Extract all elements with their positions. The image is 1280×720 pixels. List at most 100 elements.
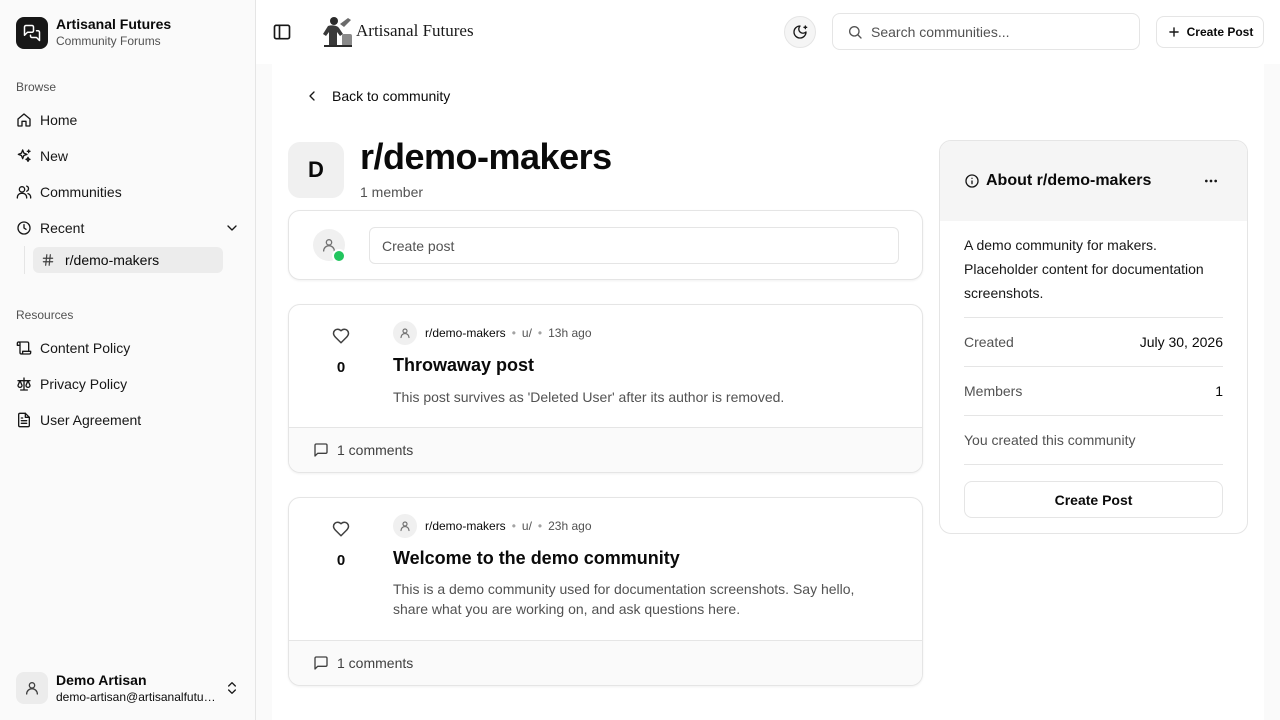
- brand-subtitle: Community Forums: [56, 34, 161, 48]
- plus-icon: [1167, 25, 1181, 39]
- moon-sun-icon: [793, 25, 808, 39]
- ownership-row: You created this community: [964, 415, 1223, 448]
- back-to-community-link[interactable]: Back to community: [304, 88, 450, 104]
- about-description: A demo community for makers. Placeholder…: [964, 237, 1204, 301]
- post-community-link[interactable]: r/demo-makers: [425, 519, 506, 533]
- post-title[interactable]: Throwaway post: [393, 355, 534, 376]
- community-avatar: D: [288, 142, 344, 198]
- home-icon: [16, 112, 32, 128]
- sidebar-item-home[interactable]: Home: [8, 104, 248, 136]
- post-body: This is a demo community used for docume…: [393, 581, 855, 617]
- post-body: This post survives as 'Deleted User' aft…: [393, 389, 785, 405]
- clock-icon: [16, 220, 32, 236]
- created-row: Created July 30, 2026: [964, 317, 1223, 350]
- scroll-icon: [16, 340, 32, 356]
- chevron-left-icon: [304, 88, 320, 104]
- brand-title: Artisanal Futures: [56, 16, 172, 32]
- separator: •: [537, 519, 543, 533]
- brand[interactable]: Artisanal Futures Community Forums: [16, 16, 171, 49]
- comment-count: 1 comments: [337, 442, 414, 458]
- vote-count: 0: [336, 552, 346, 569]
- site-logo[interactable]: Artisanal Futures: [320, 14, 474, 48]
- sidebar-item-communities[interactable]: Communities: [8, 176, 248, 208]
- submenu-divider: [24, 246, 25, 274]
- site-name: Artisanal Futures: [356, 21, 474, 40]
- about-title-text: About r/demo-makers: [986, 172, 1152, 189]
- hash-icon: [41, 253, 55, 267]
- about-title: About r/demo-makers: [964, 172, 1151, 190]
- message-icon: [314, 443, 328, 457]
- post-footer: 1 comments: [289, 427, 922, 472]
- back-label: Back to community: [332, 88, 451, 104]
- separator: •: [511, 326, 516, 340]
- search-box[interactable]: [832, 13, 1140, 50]
- more-options-icon[interactable]: [1203, 173, 1219, 189]
- post-meta: r/demo-makers • u/ • 13h ago: [393, 321, 592, 345]
- sidebar-item-content-policy[interactable]: Content Policy: [8, 332, 248, 364]
- created-label: Created: [964, 334, 1014, 350]
- sidebar-item-privacy-policy[interactable]: Privacy Policy: [8, 368, 248, 400]
- comments-link[interactable]: 1 comments: [313, 655, 413, 671]
- comment-count: 1 comments: [337, 655, 414, 671]
- sidebar-item-label: r/demo-makers: [65, 252, 160, 268]
- chevrons-up-down-icon: [224, 680, 240, 696]
- sidebar-item-label: Recent: [40, 220, 85, 236]
- user-avatar-icon: [16, 672, 48, 704]
- user-menu[interactable]: Demo Artisan demo-artisan@artisanalfutur…: [8, 664, 248, 712]
- message-icon: [314, 656, 328, 670]
- members-value: 1: [1215, 383, 1223, 399]
- sidebar-item-demo-makers[interactable]: r/demo-makers: [33, 247, 223, 273]
- post-card[interactable]: 0 r/demo-makers • u/ • 13h ago Throwaway…: [288, 304, 923, 473]
- separator: •: [537, 326, 543, 340]
- sidebar: Artisanal Futures Community Forums Brows…: [0, 0, 256, 720]
- info-icon: [965, 174, 979, 188]
- browse-label: Browse: [16, 80, 57, 94]
- page-title: r/demo-makers: [360, 136, 612, 177]
- user-avatar-icon: [393, 514, 417, 538]
- sidebar-item-recent[interactable]: Recent: [8, 212, 248, 244]
- about-create-post-button[interactable]: Create Post: [964, 481, 1223, 518]
- sidebar-item-user-agreement[interactable]: User Agreement: [8, 404, 248, 436]
- artisan-figure-icon: [323, 17, 352, 47]
- post-card[interactable]: 0 r/demo-makers • u/ • 23h ago Welcome t…: [288, 497, 923, 686]
- sidebar-toggle-icon[interactable]: [272, 22, 292, 42]
- created-value: July 30, 2026: [1139, 334, 1223, 350]
- top-bar: Artisanal Futures Create Post: [256, 0, 1280, 64]
- sidebar-item-label: Communities: [40, 184, 122, 200]
- sidebar-item-label: New: [40, 148, 69, 164]
- create-post-box: [288, 210, 923, 280]
- heart-icon[interactable]: [332, 520, 350, 538]
- sidebar-item-label: Content Policy: [40, 340, 131, 356]
- member-count: 1 member: [360, 184, 424, 200]
- user-email: demo-artisan@artisanalfutures.org: [56, 689, 216, 704]
- vote-count: 0: [336, 359, 346, 376]
- search-input[interactable]: [871, 23, 1121, 40]
- forum-logo-icon: [16, 16, 48, 49]
- sidebar-item-label: User Agreement: [40, 412, 142, 428]
- sidebar-item-new[interactable]: New: [8, 140, 248, 172]
- user-avatar-icon: [393, 321, 417, 345]
- heart-icon[interactable]: [332, 327, 350, 345]
- members-label: Members: [964, 383, 1023, 399]
- create-post-button[interactable]: Create Post: [1156, 16, 1264, 48]
- post-author[interactable]: u/: [522, 326, 532, 340]
- members-row: Members 1: [964, 366, 1223, 399]
- post-meta: r/demo-makers • u/ • 23h ago: [393, 514, 592, 538]
- ownership-note: You created this community: [964, 432, 1136, 448]
- post-time: 13h ago: [548, 326, 592, 340]
- search-icon: [849, 25, 862, 39]
- comments-link[interactable]: 1 comments: [313, 442, 413, 458]
- separator: •: [511, 519, 516, 533]
- create-post-label: Create Post: [1186, 25, 1254, 39]
- post-community-link[interactable]: r/demo-makers: [425, 326, 506, 340]
- document-icon: [16, 412, 32, 428]
- post-author[interactable]: u/: [522, 519, 532, 533]
- about-card: About r/demo-makers A demo community for…: [939, 140, 1248, 534]
- theme-toggle-button[interactable]: [784, 16, 816, 48]
- sidebar-item-label: Home: [40, 112, 78, 128]
- scale-icon: [16, 376, 32, 392]
- chevron-down-icon[interactable]: [224, 220, 240, 236]
- post-title[interactable]: Welcome to the demo community: [393, 548, 680, 569]
- post-time: 23h ago: [548, 519, 592, 533]
- create-post-input[interactable]: [369, 227, 899, 264]
